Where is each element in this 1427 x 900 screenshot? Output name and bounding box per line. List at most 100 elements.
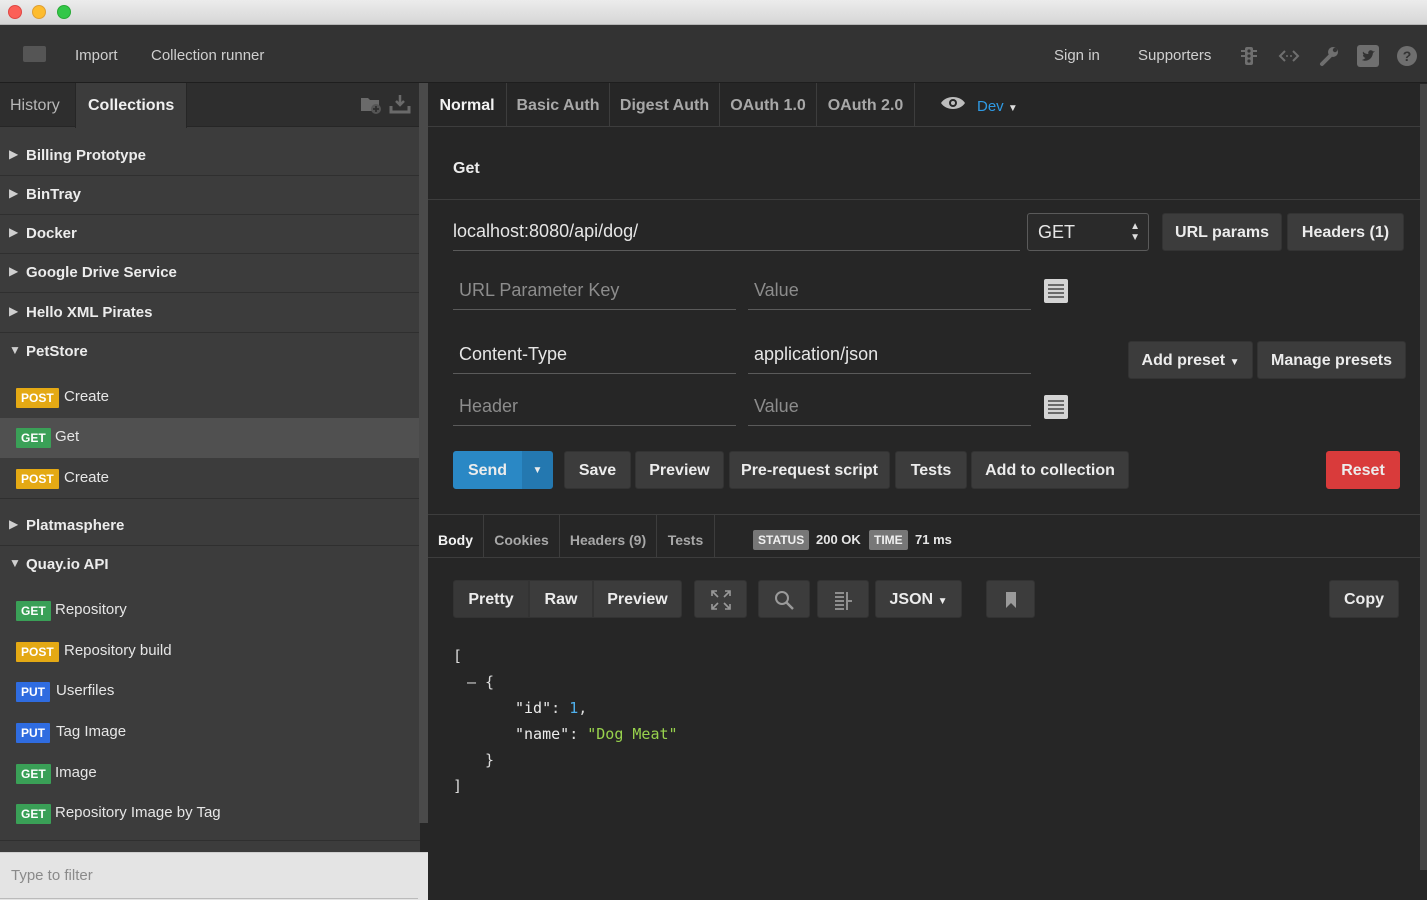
sign-in-link[interactable]: Sign in bbox=[1054, 47, 1100, 64]
zoom-window-button[interactable] bbox=[57, 5, 71, 19]
collection-google-drive-service[interactable]: ▶ Google Drive Service bbox=[0, 253, 420, 293]
header-value-new-input[interactable] bbox=[748, 387, 1031, 426]
request-item[interactable]: POST Create bbox=[0, 378, 420, 418]
tab-oauth-1[interactable]: OAuth 1.0 bbox=[720, 83, 817, 127]
header-value-input[interactable] bbox=[748, 335, 1031, 374]
tests-button[interactable]: Tests bbox=[895, 451, 967, 489]
collapse-arrow-icon: ▼ bbox=[9, 556, 21, 570]
request-item[interactable]: POST Repository build bbox=[0, 632, 420, 672]
request-name: Image bbox=[55, 764, 97, 781]
collection-hello-xml-pirates[interactable]: ▶ Hello XML Pirates bbox=[0, 293, 420, 333]
sidebar-scrollbar[interactable] bbox=[419, 83, 428, 823]
view-raw-button[interactable]: Raw bbox=[529, 580, 593, 618]
copy-button[interactable]: Copy bbox=[1329, 580, 1399, 618]
search-button[interactable] bbox=[758, 580, 810, 618]
request-item[interactable]: POST Create bbox=[0, 459, 420, 499]
sidebar-toggle-icon[interactable] bbox=[23, 46, 46, 62]
pre-request-script-button[interactable]: Pre-request script bbox=[729, 451, 890, 489]
format-select[interactable]: JSON ▼ bbox=[875, 580, 962, 618]
tab-basic-auth[interactable]: Basic Auth bbox=[507, 83, 610, 127]
url-params-button[interactable]: URL params bbox=[1162, 213, 1282, 251]
import-collection-icon[interactable] bbox=[389, 93, 411, 115]
request-item[interactable]: GET Repository bbox=[0, 591, 420, 631]
tab-digest-auth[interactable]: Digest Auth bbox=[610, 83, 720, 127]
save-button[interactable]: Save bbox=[564, 451, 631, 489]
collection-billing-prototype[interactable]: ▶ Billing Prototype bbox=[0, 136, 420, 176]
bulk-edit-icon[interactable] bbox=[1044, 395, 1068, 419]
top-navbar: Import Collection runner Sign in Support… bbox=[0, 25, 1427, 83]
collection-bintray[interactable]: ▶ BinTray bbox=[0, 175, 420, 215]
add-to-collection-button[interactable]: Add to collection bbox=[971, 451, 1129, 489]
minimize-window-button[interactable] bbox=[32, 5, 46, 19]
collection-runner-link[interactable]: Collection runner bbox=[151, 47, 264, 64]
url-param-key-input[interactable] bbox=[453, 271, 736, 310]
request-name: Repository bbox=[55, 601, 127, 618]
headers-button[interactable]: Headers (1) bbox=[1287, 213, 1404, 251]
method-badge: POST bbox=[16, 642, 59, 662]
expand-arrow-icon: ▶ bbox=[9, 147, 19, 161]
tab-normal[interactable]: Normal bbox=[428, 83, 507, 127]
request-name: Userfiles bbox=[56, 682, 115, 699]
method-badge: POST bbox=[16, 469, 59, 489]
tab-oauth-2[interactable]: OAuth 2.0 bbox=[817, 83, 915, 127]
json-number: 1 bbox=[569, 699, 579, 717]
code-icon[interactable] bbox=[1278, 45, 1300, 67]
send-button[interactable]: Send bbox=[453, 451, 522, 489]
collection-quay-io-api[interactable]: ▼ Quay.io API bbox=[0, 545, 420, 585]
fullscreen-button[interactable] bbox=[694, 580, 747, 618]
method-select[interactable]: GET ▲ ▼ bbox=[1027, 213, 1149, 251]
bookmark-icon bbox=[1005, 592, 1016, 608]
send-dropdown-button[interactable]: ▼ bbox=[522, 451, 553, 489]
json-key: "name" bbox=[515, 725, 570, 743]
tab-cookies[interactable]: Cookies bbox=[484, 515, 560, 558]
tab-history[interactable]: History bbox=[0, 83, 70, 127]
method-badge: GET bbox=[16, 601, 51, 621]
collection-docker[interactable]: ▶ Docker bbox=[0, 214, 420, 254]
environment-selector[interactable]: Dev ▼ bbox=[977, 98, 1018, 115]
interceptor-icon[interactable] bbox=[1238, 45, 1260, 67]
help-icon[interactable]: ? bbox=[1396, 45, 1418, 67]
tab-response-headers[interactable]: Headers (9) bbox=[560, 515, 657, 558]
url-param-value-input[interactable] bbox=[748, 271, 1031, 310]
new-collection-icon[interactable] bbox=[360, 93, 382, 115]
environment-quicklook-eye-icon[interactable] bbox=[940, 95, 966, 116]
window-titlebar bbox=[0, 0, 1427, 25]
tab-body[interactable]: Body bbox=[428, 515, 484, 558]
request-item[interactable]: PUT Userfiles bbox=[0, 672, 420, 712]
request-item[interactable]: GET Repository Image by Tag bbox=[0, 794, 420, 841]
tab-collections[interactable]: Collections bbox=[75, 83, 188, 128]
manage-presets-button[interactable]: Manage presets bbox=[1257, 341, 1406, 379]
view-pretty-button[interactable]: Pretty bbox=[453, 580, 529, 618]
settings-wrench-icon[interactable] bbox=[1318, 45, 1340, 67]
twitter-icon[interactable] bbox=[1357, 45, 1379, 67]
header-key-input[interactable] bbox=[453, 335, 736, 374]
view-preview-button[interactable]: Preview bbox=[593, 580, 682, 618]
request-item-selected[interactable]: GET Get bbox=[0, 418, 420, 458]
code-line: "id": 1, bbox=[515, 699, 588, 717]
request-item[interactable]: GET Image bbox=[0, 754, 420, 794]
method-badge: GET bbox=[16, 764, 51, 784]
expand-arrow-icon: ▶ bbox=[9, 517, 19, 531]
import-link[interactable]: Import bbox=[75, 47, 118, 64]
wrap-lines-button[interactable] bbox=[817, 580, 869, 618]
preview-button[interactable]: Preview bbox=[635, 451, 724, 489]
code-line: – { bbox=[467, 673, 495, 691]
close-window-button[interactable] bbox=[8, 5, 22, 19]
header-key-new-input[interactable] bbox=[453, 387, 736, 426]
bookmark-button[interactable] bbox=[986, 580, 1035, 618]
tab-response-tests[interactable]: Tests bbox=[657, 515, 715, 558]
collection-platmasphere[interactable]: ▶ Platmasphere bbox=[0, 506, 420, 546]
collection-petstore[interactable]: ▼ PetStore bbox=[0, 332, 420, 372]
environment-name: Dev bbox=[977, 98, 1004, 115]
reset-button[interactable]: Reset bbox=[1326, 451, 1400, 489]
filter-input[interactable] bbox=[0, 853, 418, 899]
bulk-edit-icon[interactable] bbox=[1044, 279, 1068, 303]
request-name: Create bbox=[64, 388, 110, 405]
code-line: ] bbox=[453, 777, 463, 795]
request-item[interactable]: PUT Tag Image bbox=[0, 713, 420, 753]
main-scrollbar[interactable] bbox=[1420, 84, 1427, 870]
url-input[interactable] bbox=[453, 213, 1020, 251]
divider bbox=[428, 199, 1420, 200]
add-preset-button[interactable]: Add preset ▼ bbox=[1128, 341, 1253, 379]
supporters-link[interactable]: Supporters bbox=[1138, 47, 1211, 64]
